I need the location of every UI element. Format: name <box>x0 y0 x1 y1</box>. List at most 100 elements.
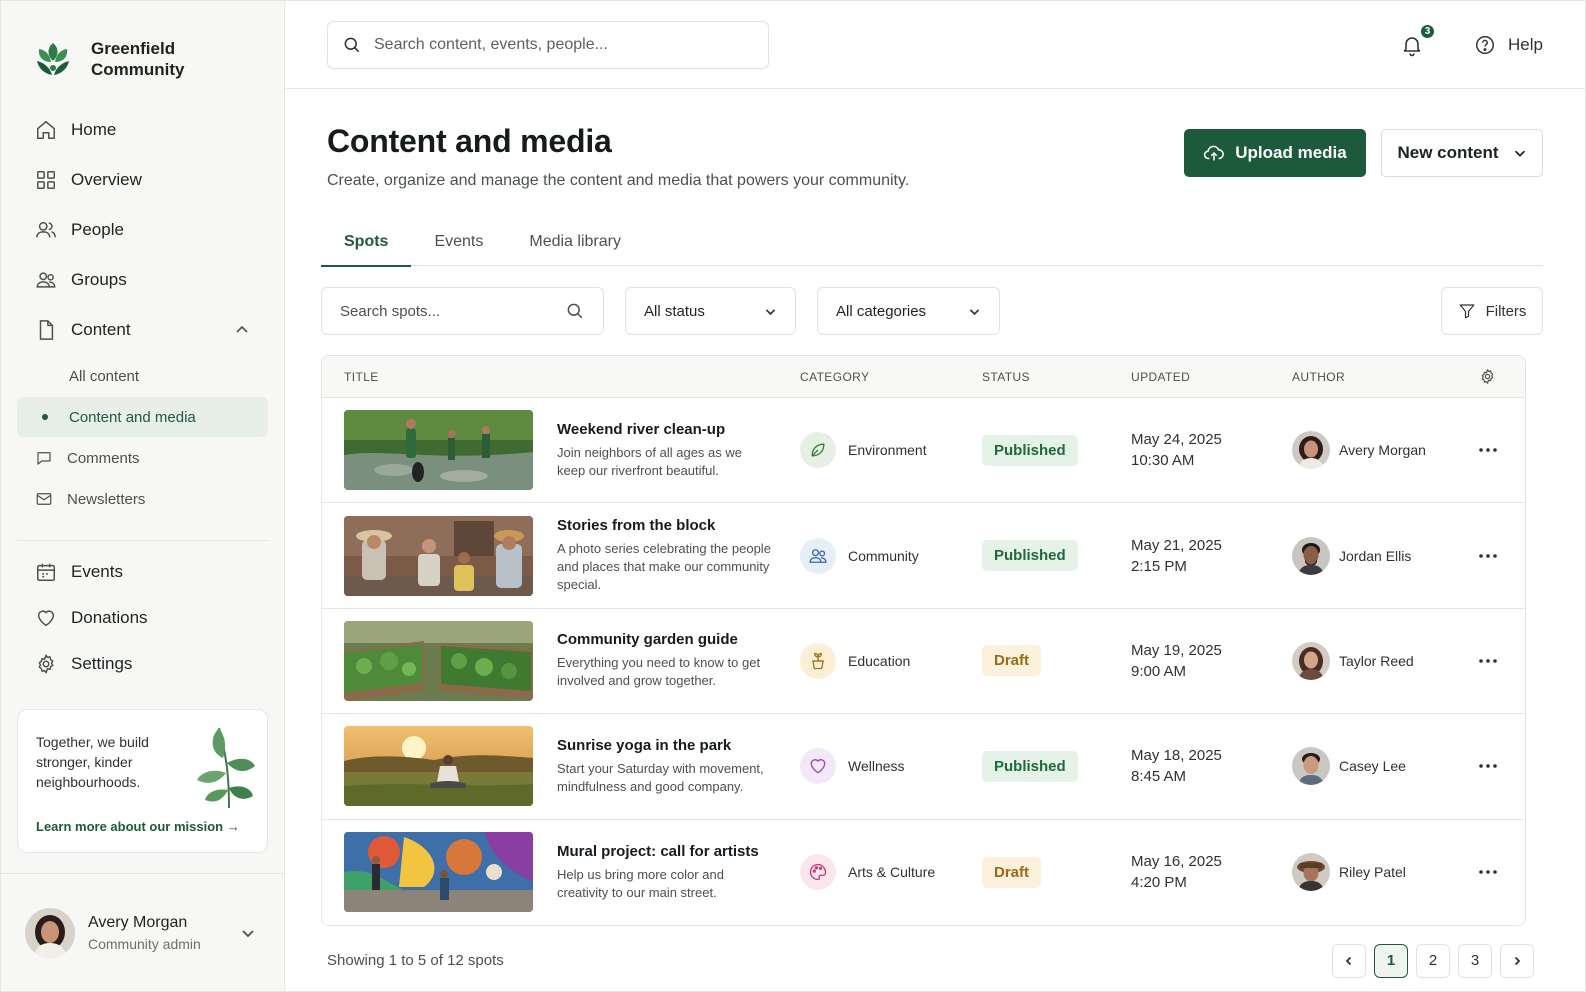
row-category: Arts & Culture <box>848 864 936 881</box>
content-tabs: Spots Events Media library <box>321 218 1543 267</box>
filter-icon <box>1459 304 1474 319</box>
home-icon <box>37 121 55 139</box>
subnav-content-and-media[interactable]: Content and media <box>17 397 268 437</box>
chevron-up-icon[interactable] <box>234 322 250 338</box>
main-nav: Home Overview People Groups Content All … <box>1 105 284 528</box>
subnav-newsletters[interactable]: Newsletters <box>17 479 268 519</box>
chevron-down-icon <box>1514 150 1525 157</box>
nav-item-home[interactable]: Home <box>1 105 284 155</box>
row-category: Environment <box>848 442 927 459</box>
sidebar: Greenfield Community Home Overview Peopl… <box>1 1 285 991</box>
row-author: Taylor Reed <box>1339 652 1414 669</box>
mission-link[interactable]: Learn more about our mission → <box>36 819 240 834</box>
avatar <box>1292 536 1330 575</box>
more-options-icon[interactable] <box>1478 763 1498 769</box>
row-time: 8:45 AM <box>1131 768 1187 786</box>
subnav-comments[interactable]: Comments <box>17 438 268 478</box>
tab-spots[interactable]: Spots <box>321 218 412 267</box>
table-row[interactable]: Stories from the block A photo series ce… <box>322 503 1525 609</box>
row-author: Riley Patel <box>1339 864 1406 881</box>
status-badge: Published <box>982 434 1078 466</box>
row-date: May 16, 2025 <box>1131 853 1222 871</box>
row-description: Everything you need to know to get invol… <box>557 655 761 689</box>
chevron-left-icon <box>1345 956 1352 966</box>
table-row[interactable]: Community garden guide Everything you ne… <box>322 609 1525 715</box>
community-garden-thumbnail <box>344 620 533 701</box>
row-time: 9:00 AM <box>1131 662 1187 680</box>
nav-item-donations[interactable]: Donations <box>1 595 284 641</box>
more-options-icon[interactable] <box>1478 553 1498 559</box>
upload-media-button[interactable]: Upload media <box>1184 129 1366 177</box>
user-profile[interactable]: Avery Morgan Community admin <box>1 873 284 991</box>
subnav-label: Comments <box>67 449 140 467</box>
avatar <box>1292 431 1330 470</box>
upload-media-label: Upload media <box>1235 143 1347 162</box>
header-title[interactable]: TITLE <box>322 370 778 384</box>
global-search[interactable] <box>327 20 769 69</box>
content-subnav: All content Content and media Comments N… <box>1 356 284 528</box>
notification-badge: 3 <box>1419 22 1437 40</box>
category-select-value: All categories <box>836 302 927 320</box>
chevron-down-icon[interactable] <box>240 925 256 941</box>
nav-item-content[interactable]: Content <box>1 305 284 355</box>
more-options-icon[interactable] <box>1478 869 1498 875</box>
header-updated[interactable]: UPDATED <box>1109 370 1270 384</box>
help-button[interactable]: Help <box>1474 34 1543 56</box>
nav-item-settings[interactable]: Settings <box>1 641 284 687</box>
nav-item-overview[interactable]: Overview <box>1 155 284 205</box>
search-input[interactable] <box>374 35 754 54</box>
topbar: 3 Help <box>285 1 1585 89</box>
help-label: Help <box>1508 34 1543 54</box>
tab-media-library[interactable]: Media library <box>506 218 644 266</box>
nav-label-people: People <box>71 220 124 239</box>
row-title[interactable]: Mural project: call for artists <box>557 843 771 860</box>
nav-item-groups[interactable]: Groups <box>1 255 284 305</box>
nav-label-settings: Settings <box>71 654 133 673</box>
more-options-icon[interactable] <box>1478 658 1498 664</box>
page-button-1[interactable]: 1 <box>1374 943 1408 978</box>
row-title[interactable]: Community garden guide <box>557 631 771 648</box>
row-description: Start your Saturday with movement, mindf… <box>557 760 764 794</box>
content-section: Content and media Create, organize and m… <box>285 89 1585 978</box>
subnav-all-content[interactable]: All content <box>17 356 268 396</box>
main-area: 3 Help Content and media Create, organiz… <box>285 1 1585 991</box>
header-status[interactable]: STATUS <box>960 370 1109 384</box>
brand-name: Greenfield Community <box>91 39 185 79</box>
table-row[interactable]: Mural project: call for artists Help us … <box>322 820 1525 925</box>
row-author: Avery Morgan <box>1339 442 1426 459</box>
row-category: Community <box>848 547 919 564</box>
page-button-2[interactable]: 2 <box>1416 943 1450 978</box>
stories-from-the-block-thumbnail <box>344 515 533 596</box>
table-footer: Showing 1 to 5 of 12 spots 1 2 3 <box>327 943 1543 978</box>
prev-page-button[interactable] <box>1332 943 1366 978</box>
tab-events[interactable]: Events <box>411 218 506 266</box>
page-button-3[interactable]: 3 <box>1458 943 1492 978</box>
category-select[interactable]: All categories <box>817 287 1000 335</box>
logo-icon <box>37 43 69 75</box>
community-people-icon <box>800 537 836 574</box>
table-row[interactable]: Weekend river clean-up Join neighbors of… <box>322 398 1525 504</box>
groups-icon <box>36 272 56 288</box>
header-author[interactable]: AUTHOR <box>1270 370 1450 384</box>
header-category[interactable]: CATEGORY <box>778 370 960 384</box>
spots-search-input[interactable] <box>340 302 565 320</box>
mail-icon <box>36 493 52 505</box>
nav-item-people[interactable]: People <box>1 205 284 255</box>
brand[interactable]: Greenfield Community <box>1 1 284 87</box>
mission-text: Together, we build stronger, kinder neig… <box>36 734 149 790</box>
row-title[interactable]: Weekend river clean-up <box>557 421 771 438</box>
row-title[interactable]: Sunrise yoga in the park <box>557 737 771 754</box>
table-settings-gear-icon[interactable] <box>1479 368 1496 385</box>
row-title[interactable]: Stories from the block <box>557 517 771 534</box>
row-author: Casey Lee <box>1339 758 1406 775</box>
next-page-button[interactable] <box>1500 943 1534 978</box>
status-select[interactable]: All status <box>625 287 796 335</box>
nav-item-events[interactable]: Events <box>1 549 284 595</box>
more-options-icon[interactable] <box>1478 447 1498 453</box>
spots-search[interactable] <box>321 287 604 335</box>
palette-icon <box>800 854 836 891</box>
table-row[interactable]: Sunrise yoga in the park Start your Satu… <box>322 714 1525 820</box>
new-content-button[interactable]: New content <box>1381 129 1543 177</box>
filters-button[interactable]: Filters <box>1441 287 1543 335</box>
notifications-button[interactable]: 3 <box>1400 22 1437 57</box>
